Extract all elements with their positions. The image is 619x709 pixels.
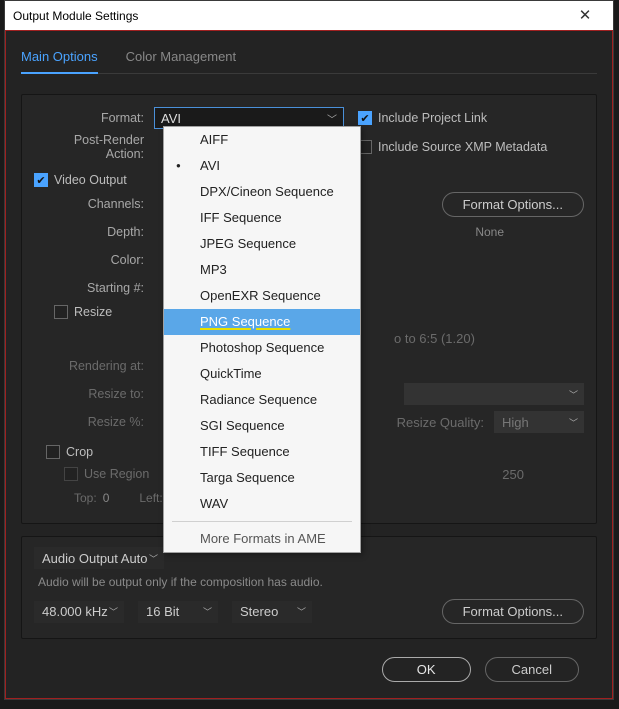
resize-to-label: Resize to:	[34, 387, 154, 401]
format-value: AVI	[161, 111, 181, 126]
format-option-jpeg[interactable]: JPEG Sequence	[164, 231, 360, 257]
audio-channels-select[interactable]: Stereo﹀	[232, 601, 312, 623]
chevron-down-icon: ﹀	[149, 552, 158, 565]
chevron-down-icon: ﹀	[109, 605, 118, 618]
rendering-at-label: Rendering at:	[34, 359, 154, 373]
format-option-aiff[interactable]: AIFF	[164, 127, 360, 153]
audio-depth-select[interactable]: 16 Bit﹀	[138, 601, 218, 623]
dropdown-separator	[172, 521, 352, 522]
chevron-down-icon: ﹀	[327, 111, 337, 126]
include-project-link-label: Include Project Link	[378, 111, 487, 125]
format-option-quicktime[interactable]: QuickTime	[164, 361, 360, 387]
include-project-link-checkbox[interactable]: ✔ Include Project Link	[358, 111, 487, 125]
tab-color-management[interactable]: Color Management	[126, 49, 237, 73]
audio-rate-select[interactable]: 48.000 kHz﹀	[34, 601, 124, 623]
chevron-down-icon: ﹀	[297, 605, 306, 618]
checkbox-icon	[46, 445, 60, 459]
close-icon[interactable]: ✕	[565, 2, 605, 30]
include-xmp-checkbox[interactable]: Include Source XMP Metadata	[358, 140, 547, 154]
starting-label: Starting #:	[34, 281, 154, 295]
crop-size-hint: 250	[502, 467, 524, 482]
checkbox-icon	[64, 467, 78, 481]
checkbox-icon	[54, 305, 68, 319]
format-option-sgi[interactable]: SGI Sequence	[164, 413, 360, 439]
format-option-photoshop[interactable]: Photoshop Sequence	[164, 335, 360, 361]
check-icon: ✔	[358, 111, 372, 125]
format-option-more-ame[interactable]: More Formats in AME	[164, 526, 360, 552]
channels-label: Channels:	[34, 197, 154, 211]
resize-to-select[interactable]: ﹀	[404, 383, 584, 405]
resize-pct-label: Resize %:	[34, 415, 154, 429]
check-icon: ✔	[34, 173, 48, 187]
dialog-title: Output Module Settings	[13, 9, 138, 23]
audio-output-mode-select[interactable]: Audio Output Auto ﹀	[34, 547, 164, 569]
format-option-dpx[interactable]: DPX/Cineon Sequence	[164, 179, 360, 205]
dialog-footer: OK Cancel	[21, 651, 597, 682]
resize-quality-label: Resize Quality:	[397, 415, 484, 430]
video-format-options-button[interactable]: Format Options...	[442, 192, 584, 217]
post-render-label: Post-Render Action:	[34, 133, 154, 161]
format-option-wav[interactable]: WAV	[164, 491, 360, 517]
format-option-png[interactable]: PNG Sequence	[164, 309, 360, 335]
resize-label: Resize	[74, 305, 112, 319]
format-option-mp3[interactable]: MP3	[164, 257, 360, 283]
color-label: Color:	[34, 253, 154, 267]
codec-none-text: None	[475, 225, 504, 239]
titlebar: Output Module Settings ✕	[5, 1, 613, 31]
tabs: Main Options Color Management	[21, 49, 597, 74]
format-option-avi[interactable]: AVI	[164, 153, 360, 179]
format-option-targa[interactable]: Targa Sequence	[164, 465, 360, 491]
cancel-button[interactable]: Cancel	[485, 657, 579, 682]
audio-note: Audio will be output only if the composi…	[38, 575, 584, 589]
format-label: Format:	[34, 111, 154, 125]
format-option-openexr[interactable]: OpenEXR Sequence	[164, 283, 360, 309]
aspect-hint: o to 6:5 (1.20)	[394, 331, 475, 346]
format-option-iff[interactable]: IFF Sequence	[164, 205, 360, 231]
video-output-label: Video Output	[54, 173, 127, 187]
include-xmp-label: Include Source XMP Metadata	[378, 140, 547, 154]
depth-label: Depth:	[34, 225, 154, 239]
audio-mode-value: Audio Output Auto	[42, 551, 148, 566]
tab-main-options[interactable]: Main Options	[21, 49, 98, 74]
crop-label: Crop	[66, 445, 93, 459]
audio-format-options-button[interactable]: Format Options...	[442, 599, 584, 624]
format-option-radiance[interactable]: Radiance Sequence	[164, 387, 360, 413]
format-option-tiff[interactable]: TIFF Sequence	[164, 439, 360, 465]
format-dropdown[interactable]: AIFF AVI DPX/Cineon Sequence IFF Sequenc…	[163, 126, 361, 553]
chevron-down-icon: ﹀	[569, 388, 578, 401]
resize-quality-select[interactable]: High ﹀	[494, 411, 584, 433]
chevron-down-icon: ﹀	[203, 605, 212, 618]
chevron-down-icon: ﹀	[569, 416, 578, 429]
use-region-label: Use Region	[84, 467, 149, 481]
use-region-checkbox[interactable]: Use Region	[64, 467, 149, 481]
resize-quality-value: High	[502, 415, 529, 430]
ok-button[interactable]: OK	[382, 657, 471, 682]
